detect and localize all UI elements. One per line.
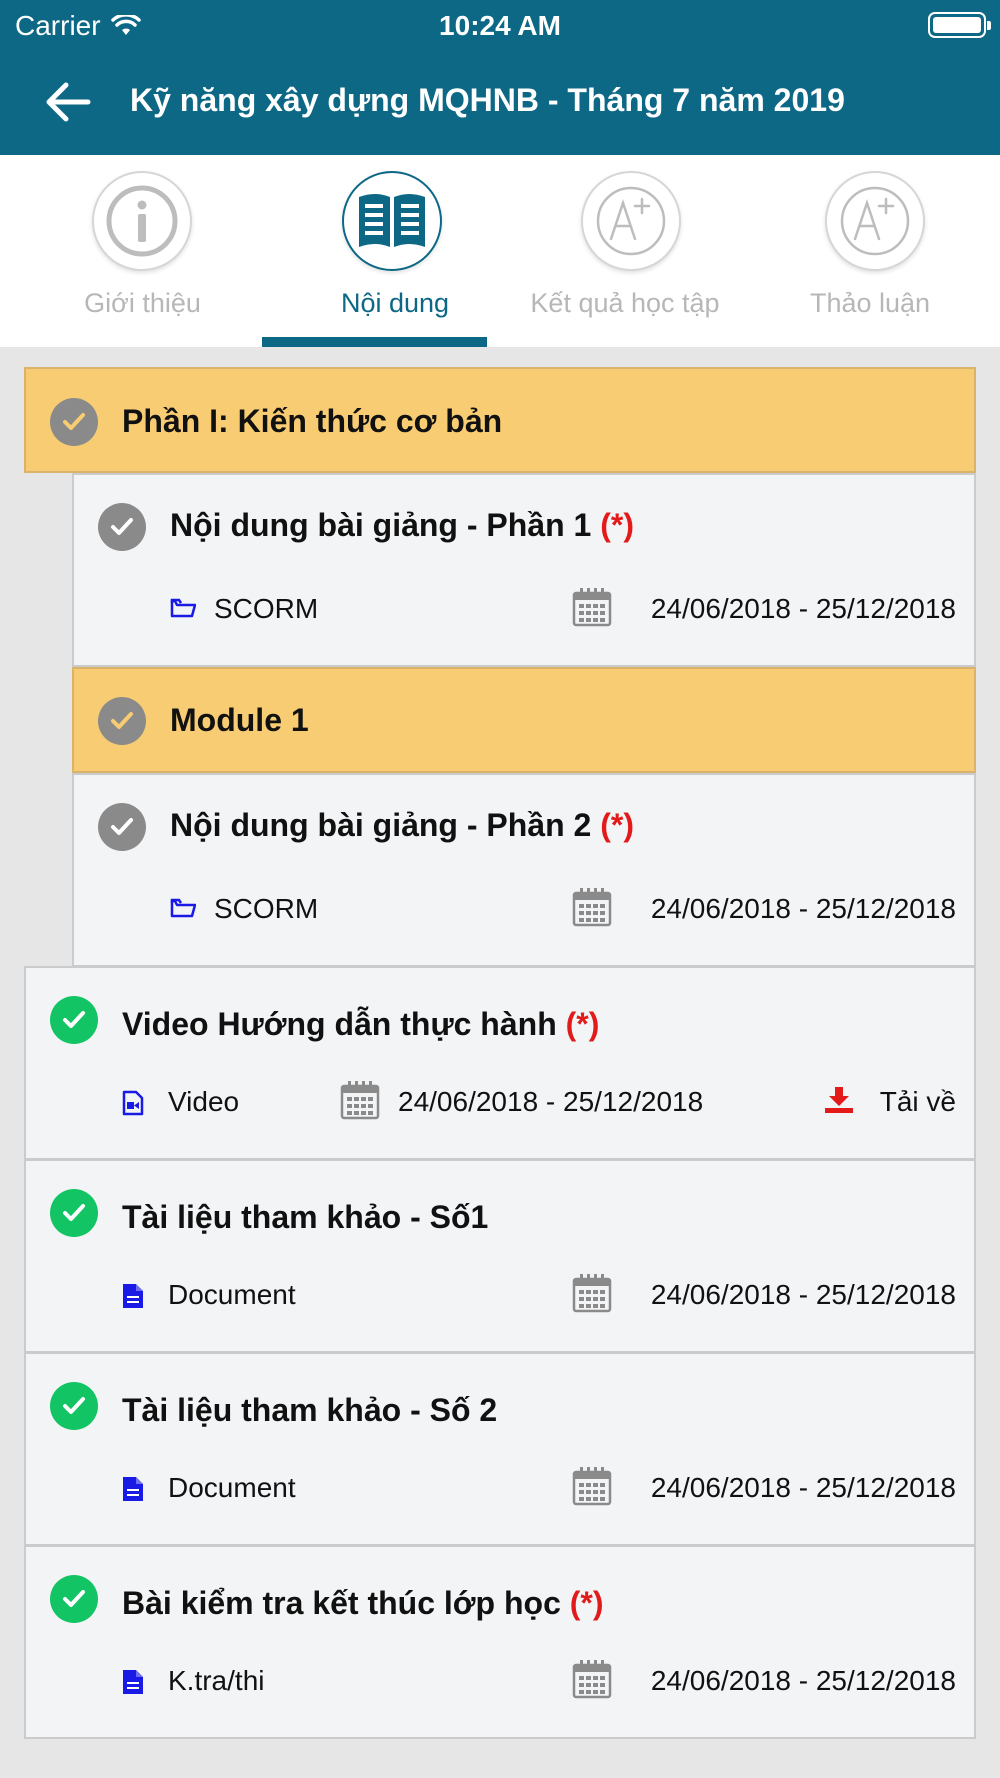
calendar-icon — [572, 1467, 612, 1506]
download-icon[interactable] — [824, 1086, 854, 1114]
list-item[interactable]: Tài liệu tham khảo - Số1 Document 24/06/… — [24, 1159, 976, 1353]
item-type-label: K.tra/thi — [168, 1665, 265, 1696]
check-circle-icon — [98, 803, 146, 851]
check-circle-icon — [50, 1575, 98, 1623]
item-title-text: Bài kiểm tra kết thúc lớp học — [122, 1585, 561, 1621]
video-file-icon — [122, 1090, 144, 1116]
active-tab-indicator — [262, 337, 487, 347]
section-title: Module 1 — [170, 702, 309, 738]
folder-icon — [170, 598, 196, 618]
list-item[interactable]: Nội dung bài giảng - Phần 2 (*) SCORM 24… — [72, 773, 976, 967]
item-dates: 24/06/2018 - 25/12/2018 — [650, 1472, 956, 1503]
required-mark: (*) — [569, 1585, 604, 1621]
download-label[interactable]: Tải về — [880, 1086, 956, 1118]
info-icon — [92, 171, 192, 271]
tab-label: Kết quả học tập — [530, 288, 720, 318]
calendar-icon — [340, 1081, 380, 1120]
page-title: Kỹ năng xây dựng MQHNB - Tháng 7 năm 201… — [130, 82, 845, 118]
back-arrow-icon[interactable] — [44, 80, 92, 124]
section-row[interactable]: Phần I: Kiến thức cơ bản — [24, 367, 976, 473]
item-title: Tài liệu tham khảo - Số1 — [122, 1199, 489, 1235]
item-dates: 24/06/2018 - 25/12/2018 — [398, 1086, 704, 1117]
check-circle-icon — [50, 996, 98, 1044]
item-title: Tài liệu tham khảo - Số 2 — [122, 1392, 498, 1428]
list-item[interactable]: Video Hướng dẫn thực hành (*) Video 24/0… — [24, 966, 976, 1160]
item-dates: 24/06/2018 - 25/12/2018 — [650, 1279, 956, 1310]
item-title: Nội dung bài giảng - Phần 1 (*) — [170, 507, 634, 544]
calendar-icon — [572, 888, 612, 927]
tab-label: Giới thiệu — [84, 288, 201, 318]
tab-ket-qua-hoc-tap[interactable]: Kết quả học tập — [515, 155, 735, 347]
tab-thao-luan[interactable]: Thảo luận — [760, 155, 980, 347]
grade-icon — [581, 171, 681, 271]
check-circle-icon — [50, 1189, 98, 1237]
check-circle-icon — [98, 697, 146, 745]
document-icon — [123, 1284, 143, 1308]
item-dates: 24/06/2018 - 25/12/2018 — [650, 893, 956, 924]
list-item[interactable]: Bài kiểm tra kết thúc lớp học (*) K.tra/… — [24, 1545, 976, 1739]
item-title-text: Nội dung bài giảng - Phần 2 — [170, 807, 592, 843]
required-mark: (*) — [600, 507, 634, 543]
item-type-label: SCORM — [214, 593, 319, 624]
folder-icon — [170, 898, 196, 918]
section-row[interactable]: Module 1 — [72, 667, 976, 773]
check-circle-icon — [98, 503, 146, 551]
tab-bar: Giới thiệu Nội dung Kết quả học tập Thảo… — [0, 155, 1000, 347]
tab-label: Thảo luận — [809, 288, 931, 318]
document-icon — [123, 1670, 143, 1694]
grade-icon — [825, 171, 925, 271]
item-type-label: Document — [168, 1279, 296, 1310]
nav-bar: Kỹ năng xây dựng MQHNB - Tháng 7 năm 201… — [0, 68, 1000, 138]
item-title-text: Video Hướng dẫn thực hành — [122, 1006, 557, 1042]
status-bar: Carrier 10:24 AM — [0, 0, 1000, 50]
list-item[interactable]: Tài liệu tham khảo - Số 2 Document 24/06… — [24, 1352, 976, 1546]
item-title-text: Nội dung bài giảng - Phần 1 — [170, 507, 592, 543]
required-mark: (*) — [600, 807, 634, 843]
calendar-icon — [572, 1660, 612, 1699]
item-type-label: SCORM — [214, 893, 319, 924]
tab-noi-dung[interactable]: Nội dung — [280, 155, 510, 347]
item-dates: 24/06/2018 - 25/12/2018 — [650, 1665, 956, 1696]
item-dates: 24/06/2018 - 25/12/2018 — [650, 593, 956, 624]
item-title: Nội dung bài giảng - Phần 2 (*) — [170, 807, 634, 844]
tab-label: Nội dung — [340, 288, 450, 318]
calendar-icon — [572, 588, 612, 627]
document-icon — [123, 1477, 143, 1501]
battery-icon — [928, 12, 991, 38]
item-type-label: Video — [168, 1086, 240, 1117]
section-title: Phần I: Kiến thức cơ bản — [122, 403, 503, 439]
required-mark: (*) — [565, 1006, 600, 1042]
list-item[interactable]: Nội dung bài giảng - Phần 1 (*) SCORM 24… — [72, 473, 976, 667]
status-time: 10:24 AM — [439, 10, 561, 41]
check-circle-icon — [50, 1382, 98, 1430]
check-circle-icon — [50, 398, 98, 446]
tab-gioi-thieu[interactable]: Giới thiệu — [30, 155, 255, 347]
item-title: Video Hướng dẫn thực hành (*) — [122, 1006, 599, 1043]
book-icon — [342, 171, 442, 271]
item-type-label: Document — [168, 1472, 296, 1503]
app-header: Carrier 10:24 AM Kỹ năng xây dựng MQHNB … — [0, 0, 1000, 155]
item-title: Bài kiểm tra kết thúc lớp học (*) — [122, 1585, 604, 1622]
calendar-icon — [572, 1274, 612, 1313]
